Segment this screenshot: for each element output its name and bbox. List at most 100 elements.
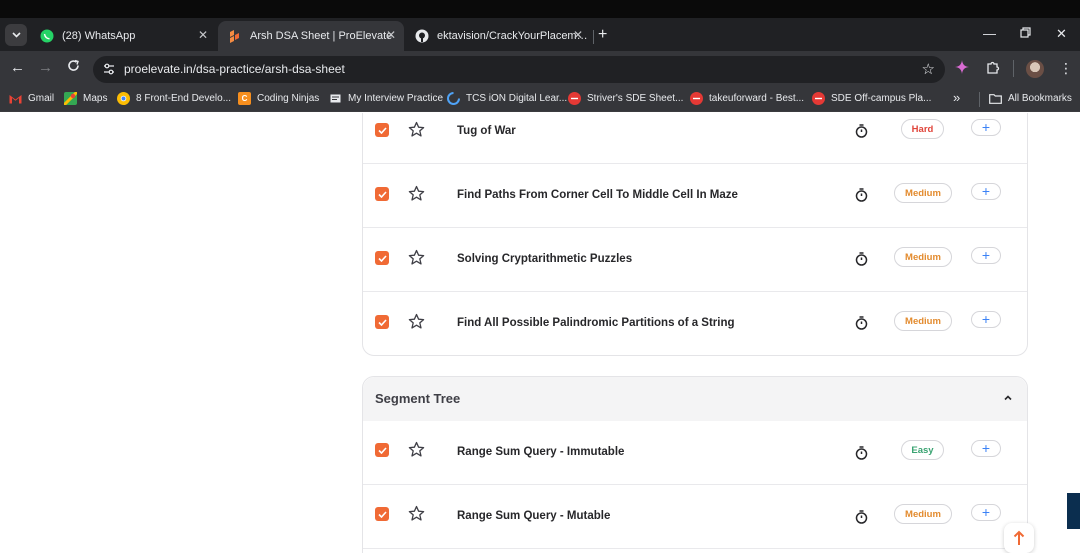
all-bookmarks-button[interactable]: All Bookmarks — [989, 92, 1072, 105]
overflow-label: » — [953, 90, 961, 105]
timer-icon[interactable] — [855, 510, 868, 524]
done-checkbox[interactable] — [375, 443, 389, 457]
bookmarks-bar: Gmail Maps 8 Front-End Develo... C Codin… — [0, 87, 1080, 112]
timer-icon[interactable] — [855, 188, 868, 202]
chevron-up-icon[interactable] — [1003, 393, 1013, 403]
close-icon[interactable]: ✕ — [573, 28, 583, 42]
window-close-icon[interactable]: ✕ — [1056, 26, 1067, 42]
bookmark-star-icon[interactable] — [408, 185, 425, 202]
bookmark-sde-off-campus[interactable]: SDE Off-campus Pla... — [812, 92, 931, 105]
timer-icon[interactable] — [855, 316, 868, 330]
side-widget-tab[interactable] — [1067, 493, 1080, 529]
bookmark-star-icon[interactable] — [408, 505, 425, 522]
tab-title: ektavision/CrackYourPlacement — [437, 30, 591, 42]
question-row: Find All Possible Palindromic Partitions… — [363, 292, 1027, 356]
timer-icon[interactable] — [855, 124, 868, 138]
reload-icon[interactable] — [67, 59, 80, 77]
bookmark-label: 8 Front-End Develo... — [136, 93, 232, 104]
page-content: Tug of War Hard + Find Paths From Corner… — [0, 113, 1080, 553]
tcs-icon — [447, 92, 460, 105]
bookmark-star-icon[interactable] — [408, 313, 425, 330]
bookmark-tcs-ion[interactable]: TCS iON Digital Lear... — [447, 92, 567, 105]
tab-separator — [593, 30, 594, 44]
address-bar[interactable]: proelevate.in/dsa-practice/arsh-dsa-shee… — [93, 56, 945, 83]
scroll-to-top-button[interactable] — [1004, 523, 1034, 553]
chrome-icon — [117, 92, 130, 105]
tab-arsh-dsa-sheet[interactable]: Arsh DSA Sheet | ProElevate ✕ — [218, 21, 404, 51]
gmail-icon — [9, 92, 22, 105]
bookmark-front-end[interactable]: 8 Front-End Develo... — [117, 92, 231, 105]
question-row: Range Sum Query - Immutable Easy + — [363, 421, 1027, 485]
difficulty-badge: Easy — [901, 440, 944, 460]
tuf-icon — [568, 92, 581, 105]
proelevate-icon — [228, 29, 242, 43]
difficulty-badge: Medium — [894, 504, 952, 524]
bookmark-coding-ninjas[interactable]: C Coding Ninjas — [238, 92, 319, 105]
bookmark-star-icon[interactable] — [408, 121, 425, 138]
add-note-button[interactable]: + — [971, 440, 1001, 457]
bookmarks-separator — [979, 92, 980, 107]
question-title[interactable]: Range Sum Query - Mutable — [457, 510, 610, 522]
bookmark-star-icon[interactable] — [408, 249, 425, 266]
tab-title: Arsh DSA Sheet | ProElevate — [250, 30, 393, 42]
profile-separator — [1013, 60, 1014, 77]
add-note-button[interactable]: + — [971, 311, 1001, 328]
back-icon[interactable]: ← — [10, 59, 25, 77]
bookmarks-overflow-button[interactable]: » — [953, 90, 960, 105]
bookmark-interview-practice[interactable]: My Interview Practice — [329, 92, 443, 105]
bookmark-label: Maps — [83, 93, 108, 104]
done-checkbox[interactable] — [375, 251, 389, 265]
done-checkbox[interactable] — [375, 315, 389, 329]
question-row: Solving Cryptarithmetic Puzzles Medium + — [363, 228, 1027, 292]
bookmark-label: Striver's SDE Sheet... — [587, 93, 684, 104]
site-settings-icon[interactable] — [102, 62, 116, 76]
question-row: Find Paths From Corner Cell To Middle Ce… — [363, 164, 1027, 228]
github-icon — [415, 29, 429, 43]
question-title[interactable]: Find Paths From Corner Cell To Middle Ce… — [457, 189, 738, 201]
browser-toolbar: ← → proelevate.in/dsa-practice/arsh-dsa-… — [0, 51, 1080, 87]
add-note-button[interactable]: + — [971, 247, 1001, 264]
bookmark-label: TCS iON Digital Lear... — [466, 93, 568, 104]
done-checkbox[interactable] — [375, 123, 389, 137]
minimize-icon[interactable]: — — [983, 26, 996, 41]
timer-icon[interactable] — [855, 446, 868, 460]
profile-avatar[interactable] — [1026, 60, 1044, 78]
bookmark-maps[interactable]: Maps — [64, 92, 107, 105]
tuf-icon — [690, 92, 703, 105]
tab-whatsapp[interactable]: (28) WhatsApp ✕ — [30, 21, 216, 51]
section-header[interactable]: Segment Tree — [363, 377, 1027, 421]
add-note-button[interactable]: + — [971, 504, 1001, 521]
bookmark-takeuforward[interactable]: takeuforward - Best... — [690, 92, 804, 105]
url-host: proelevate.in — [124, 62, 193, 76]
done-checkbox[interactable] — [375, 507, 389, 521]
segment-tree-section-card: Segment Tree Range Sum Query - Immutable… — [362, 376, 1028, 553]
question-title[interactable]: Tug of War — [457, 125, 516, 137]
gemini-extension-icon[interactable] — [955, 60, 969, 77]
tuf-icon — [812, 92, 825, 105]
forward-icon[interactable]: → — [38, 59, 53, 77]
bookmark-label: SDE Off-campus Pla... — [831, 93, 932, 104]
tab-search-button[interactable] — [5, 24, 27, 46]
timer-icon[interactable] — [855, 252, 868, 266]
bookmark-strivers-sheet[interactable]: Striver's SDE Sheet... — [568, 92, 683, 105]
bookmark-label: My Interview Practice — [348, 93, 444, 104]
close-icon[interactable]: ✕ — [386, 28, 396, 42]
bookmark-gmail[interactable]: Gmail — [9, 92, 54, 105]
add-note-button[interactable]: + — [971, 183, 1001, 200]
question-title[interactable]: Solving Cryptarithmetic Puzzles — [457, 253, 632, 265]
extensions-puzzle-icon[interactable] — [986, 60, 1000, 77]
bookmark-label: Gmail — [28, 93, 55, 104]
bookmark-star-icon[interactable]: ☆ — [922, 60, 935, 78]
add-note-button[interactable]: + — [971, 119, 1001, 136]
restore-icon[interactable] — [1020, 26, 1031, 41]
done-checkbox[interactable] — [375, 187, 389, 201]
close-icon[interactable]: ✕ — [198, 28, 208, 42]
bookmark-star-icon[interactable] — [408, 441, 425, 458]
question-title[interactable]: Find All Possible Palindromic Partitions… — [457, 317, 735, 329]
tab-github[interactable]: ektavision/CrackYourPlacement ✕ — [405, 21, 591, 51]
menu-kebab-icon[interactable]: ⋮ — [1059, 60, 1073, 77]
question-title[interactable]: Range Sum Query - Immutable — [457, 446, 624, 458]
difficulty-badge: Medium — [894, 247, 952, 267]
new-tab-button[interactable]: + — [598, 26, 607, 44]
bookmark-icon — [329, 92, 342, 105]
